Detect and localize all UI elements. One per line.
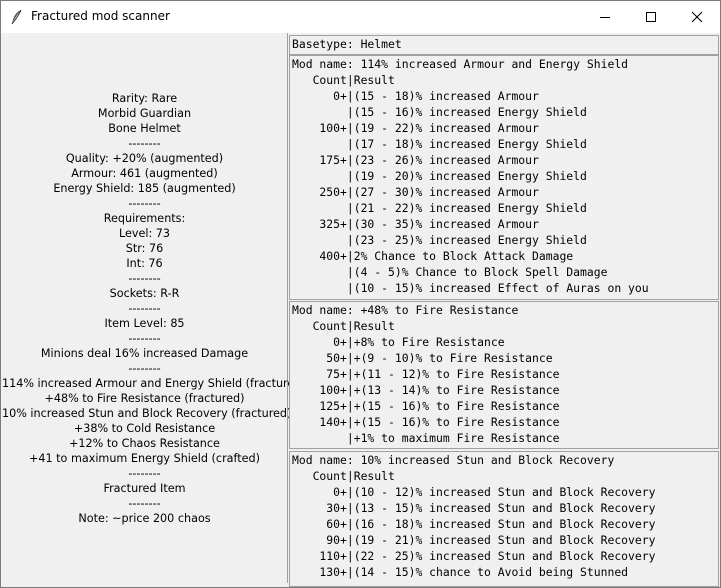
- feather-icon: [11, 9, 22, 25]
- item-line: --------: [128, 272, 161, 285]
- mod-table-row: |(15 - 16)% increased Energy Shield: [292, 105, 587, 119]
- close-button[interactable]: [674, 1, 720, 33]
- mod-table-row: 175+|(23 - 26)% increased Armour: [292, 153, 539, 167]
- mod-table-row: 400+|2% Chance to Block Attack Damage: [292, 249, 574, 263]
- mod-panel-armour-energy-shield: Mod name: 114% increased Armour and Ener…: [289, 55, 719, 300]
- mod-table-row: |(10 - 15)% increased Effect of Auras on…: [292, 281, 649, 295]
- mod-table-row: 75+|+(11 - 12)% to Fire Resistance: [292, 367, 560, 381]
- mod-table-row: |(21 - 22)% increased Energy Shield: [292, 201, 587, 215]
- minimize-icon: [600, 17, 610, 18]
- mod-table-row: |+1% to maximum Fire Resistance: [292, 431, 560, 445]
- item-line: Level: 73: [118, 227, 171, 240]
- mod-table-header: Count|Result: [292, 319, 395, 333]
- basetype-label: Basetype: Helmet: [289, 35, 719, 55]
- item-line: Item Level: 85: [104, 317, 185, 330]
- mod-table-header: Count|Result: [292, 73, 395, 87]
- mod-table-row: 90+|(19 - 21)% increased Stun and Block …: [292, 533, 656, 547]
- item-line: Armour: 461 (augmented): [71, 167, 218, 180]
- mod-table-row: 0+|(15 - 18)% increased Armour: [292, 89, 539, 103]
- item-line: 114% increased Armour and Energy Shield …: [2, 377, 306, 390]
- maximize-button[interactable]: [628, 1, 674, 33]
- item-line: Requirements:: [103, 212, 186, 225]
- mod-name-line: Mod name: +48% to Fire Resistance: [292, 303, 519, 317]
- mod-table-row: 125+|+(15 - 16)% to Fire Resistance: [292, 399, 560, 413]
- mod-table-row: 250+|(27 - 30)% increased Armour: [292, 185, 539, 199]
- item-description: Rarity: Rare Morbid Guardian Bone Helmet --…: [2, 91, 306, 526]
- mod-table-row: 325+|(30 - 35)% increased Armour: [292, 217, 539, 231]
- mod-panel-stun-block-recovery: Mod name: 10% increased Stun and Block R…: [289, 451, 719, 587]
- mod-table-row: 140+|+(15 - 16)% to Fire Resistance: [292, 415, 560, 429]
- item-line: Minions deal 16% increased Damage: [40, 347, 249, 360]
- app-window: Fractured mod scanner Rarity: Rare Morbid…: [0, 0, 721, 588]
- mod-table-row: 110+|(22 - 25)% increased Stun and Block…: [292, 549, 656, 563]
- item-line: --------: [128, 137, 161, 150]
- item-line: --------: [128, 362, 161, 375]
- window-title: Fractured mod scanner: [31, 9, 170, 23]
- item-line: Str: 76: [125, 242, 164, 255]
- mod-table-header: Count|Result: [292, 469, 395, 483]
- maximize-icon: [646, 12, 656, 22]
- minimize-button[interactable]: [582, 1, 628, 33]
- item-line: Note: ~price 200 chaos: [78, 512, 211, 525]
- mod-table-row: 30+|(13 - 15)% increased Stun and Block …: [292, 501, 656, 515]
- mod-table-row: 100+|(19 - 22)% increased Armour: [292, 121, 539, 135]
- basetype-text: Basetype: Helmet: [292, 37, 402, 51]
- mod-panel-fire-resistance: Mod name: +48% to Fire Resistance Count|…: [289, 301, 719, 449]
- title-bar[interactable]: Fractured mod scanner: [1, 1, 720, 33]
- mod-table-row: 50+|+(9 - 10)% to Fire Resistance: [292, 351, 553, 365]
- item-line: Fractured Item: [103, 482, 186, 495]
- mod-table-row: |(19 - 20)% increased Energy Shield: [292, 169, 587, 183]
- item-line: Quality: +20% (augmented): [65, 152, 224, 165]
- mod-table-row: 100+|+(13 - 14)% to Fire Resistance: [292, 383, 560, 397]
- item-line: Morbid Guardian: [97, 107, 192, 120]
- item-line: --------: [128, 467, 161, 480]
- mod-name-line: Mod name: 10% increased Stun and Block R…: [292, 453, 615, 467]
- item-line: Bone Helmet: [108, 122, 181, 135]
- mod-table-row: |(4 - 5)% Chance to Block Spell Damage: [292, 265, 608, 279]
- item-line: --------: [128, 197, 161, 210]
- mod-table-row: 0+|+8% to Fire Resistance: [292, 335, 505, 349]
- item-line: Energy Shield: 185 (augmented): [53, 182, 236, 195]
- item-line: --------: [128, 332, 161, 345]
- item-line: Sockets: R-R: [109, 287, 180, 300]
- item-line: 10% increased Stun and Block Recovery (f…: [2, 407, 292, 420]
- mod-table-row: 130+|(14 - 15)% chance to Avoid being St…: [292, 565, 629, 579]
- item-info-panel: Rarity: Rare Morbid Guardian Bone Helmet --…: [2, 33, 306, 583]
- item-line: Rarity: Rare: [111, 92, 178, 105]
- item-line: +48% to Fire Resistance (fractured): [44, 392, 245, 405]
- mod-table-row: 60+|(16 - 18)% increased Stun and Block …: [292, 517, 656, 531]
- item-line: +12% to Chaos Resistance: [69, 437, 220, 450]
- mod-name-line: Mod name: 114% increased Armour and Ener…: [292, 57, 629, 71]
- item-line: Int: 76: [126, 257, 163, 270]
- item-line: --------: [128, 497, 161, 510]
- mod-table-row: 0+|(10 - 12)% increased Stun and Block R…: [292, 485, 656, 499]
- close-icon: [691, 11, 703, 23]
- mod-table-row: |(17 - 18)% increased Energy Shield: [292, 137, 587, 151]
- item-line: --------: [128, 302, 161, 315]
- item-line: +38% to Cold Resistance: [73, 422, 216, 435]
- item-line: +41 to maximum Energy Shield (crafted): [29, 452, 260, 465]
- mod-table-row: |(23 - 25)% increased Energy Shield: [292, 233, 587, 247]
